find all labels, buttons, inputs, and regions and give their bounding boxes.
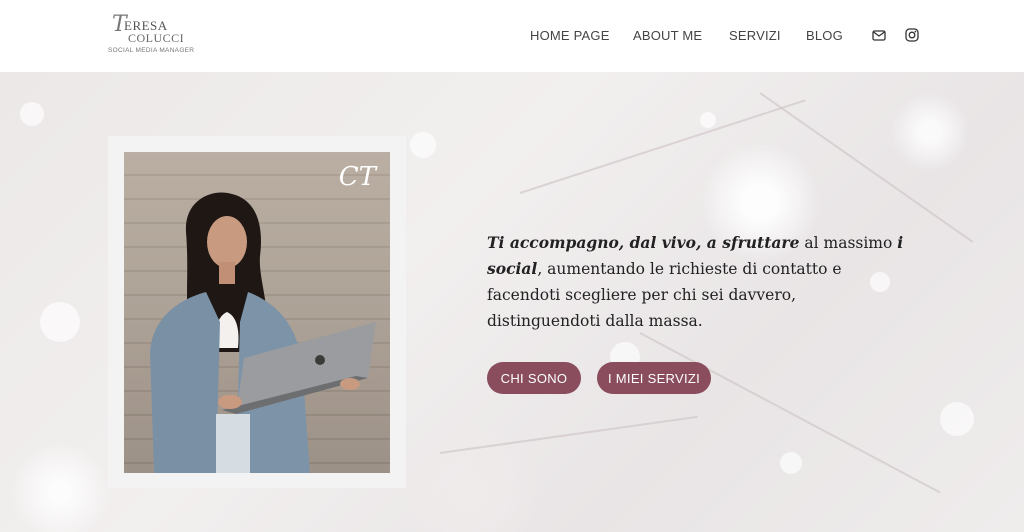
branch-decoration: [439, 415, 698, 454]
portrait-frame: CT: [108, 136, 406, 488]
logo-subtitle: SOCIAL MEDIA MANAGER: [108, 47, 195, 54]
branch-decoration: [759, 92, 974, 243]
portrait-photo: CT: [124, 152, 390, 473]
instagram-icon[interactable]: [905, 28, 919, 42]
chi-sono-button[interactable]: CHI SONO: [487, 362, 581, 394]
bokeh-dot: [700, 112, 716, 128]
nav-blog[interactable]: BLOG: [806, 28, 843, 44]
site-header: T ERESA COLUCCI SOCIAL MEDIA MANAGER HOM…: [0, 0, 1024, 72]
bokeh-dot: [410, 132, 436, 158]
tagline-rest: , aumentando le richieste di contatto e …: [487, 260, 842, 330]
bokeh-dot: [940, 402, 974, 436]
tagline-connector: al massimo: [799, 234, 898, 252]
tagline-emphasis: Ti accompagno, dal vivo, a sfruttare: [487, 233, 800, 252]
bokeh-dot: [780, 452, 802, 474]
branch-decoration: [519, 99, 806, 194]
nav-home-page[interactable]: HOME PAGE: [530, 28, 610, 44]
hero-tagline: Ti accompagno, dal vivo, a sfruttare al …: [487, 230, 907, 334]
nav-about-me[interactable]: ABOUT ME: [633, 28, 702, 44]
hero-section: CT Ti accompagno, dal vivo, a sfruttare …: [0, 72, 1024, 532]
bokeh-dot: [40, 302, 80, 342]
bokeh-dot: [20, 102, 44, 126]
site-logo[interactable]: T ERESA COLUCCI SOCIAL MEDIA MANAGER: [108, 12, 198, 58]
mail-icon[interactable]: [872, 28, 886, 42]
logo-last-name: COLUCCI: [128, 31, 185, 45]
miei-servizi-button[interactable]: I MIEI SERVIZI: [597, 362, 711, 394]
woman-with-laptop-illustration: [150, 192, 376, 473]
nav-servizi[interactable]: SERVIZI: [729, 28, 781, 44]
